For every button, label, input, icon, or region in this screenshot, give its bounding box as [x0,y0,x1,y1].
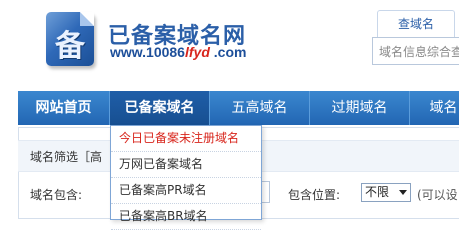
dropdown-item-today-unregistered[interactable]: 今日已备案未注册域名 [111,126,261,152]
site-url-prefix: www.10086 [110,44,185,60]
nav-item-home[interactable]: 网站首页 [18,91,110,125]
logo-glyph: 备 [55,29,85,64]
position-label: 包含位置: [288,188,341,202]
domain-contains-label: 域名包含: [30,188,83,202]
nav-item-domain[interactable]: 域名 [410,91,459,125]
main-nav: 网站首页 已备案域名 五高域名 过期域名 域名 [18,91,459,125]
dropdown-item-wanwang-registered[interactable]: 万网已备案域名 [111,152,261,178]
tab-domain-lookup[interactable]: 查域名 [377,10,455,37]
dropdown-item-high-pr[interactable]: 已备案高PR域名 [111,178,261,204]
position-select[interactable]: 不限 [361,183,411,202]
position-hint: (可以设 [417,188,458,202]
nav-item-expired-domains[interactable]: 过期域名 [310,91,410,125]
dropdown-item-high-br[interactable]: 已备案高BR域名 [111,204,261,230]
chevron-down-icon [399,190,407,195]
site-url-highlight: lfyd [184,44,210,60]
nav-item-five-high-domains[interactable]: 五高域名 [210,91,310,125]
filter-title: 域名筛选［高 [30,150,103,164]
position-select-value: 不限 [365,185,390,199]
site-url-suffix: .com [209,44,247,60]
domain-search-input[interactable]: 域名信息综合查 [372,37,459,65]
site-url: www.10086lfyd .com [110,44,246,60]
registered-domains-dropdown: 今日已备案未注册域名 万网已备案域名 已备案高PR域名 已备案高BR域名 [110,125,262,230]
nav-item-registered-domains[interactable]: 已备案域名 [110,91,210,125]
site-logo[interactable]: 备 [46,12,94,66]
